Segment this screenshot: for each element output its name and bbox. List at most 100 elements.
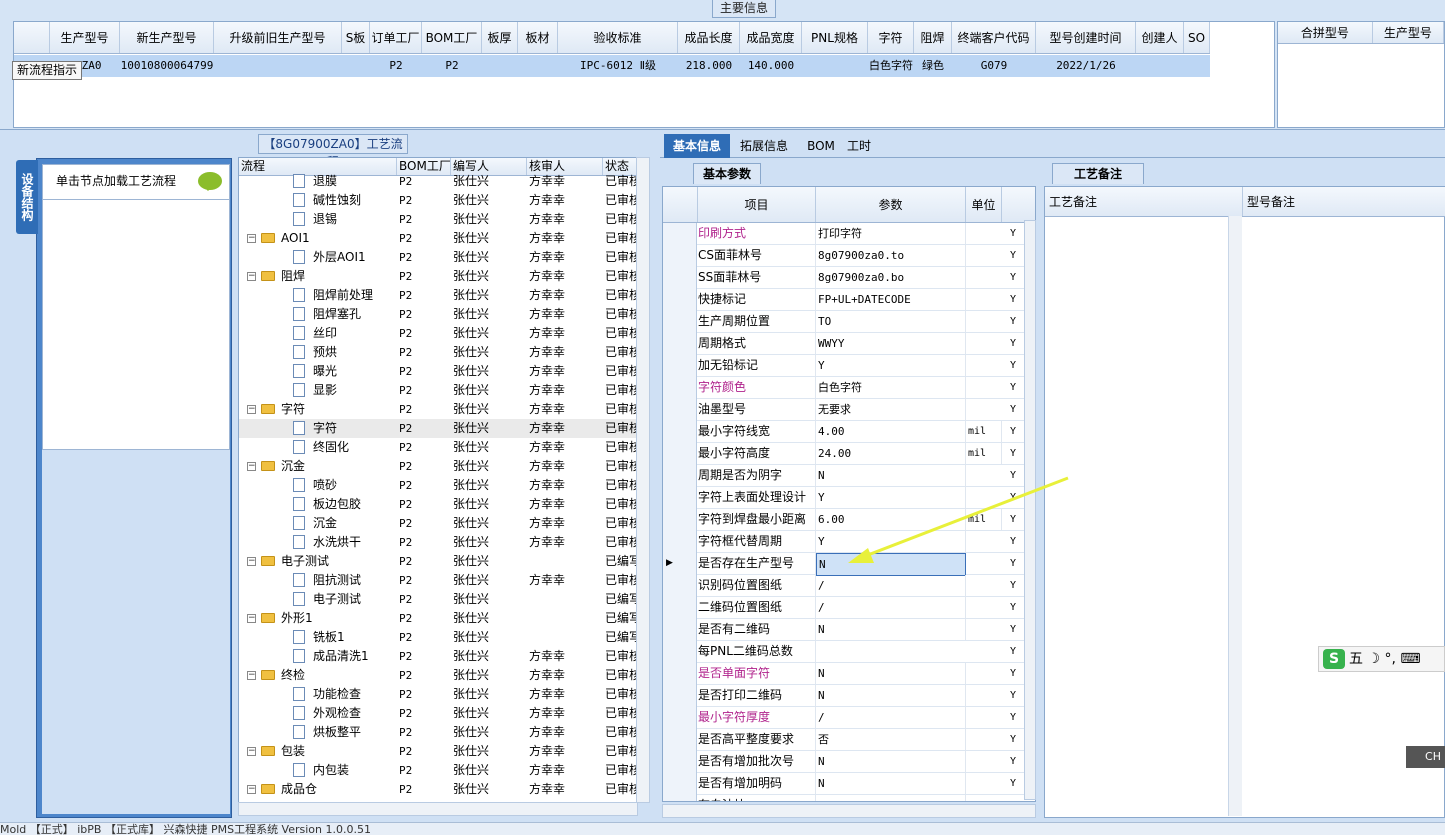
column-header[interactable]: 生产型号 <box>1373 22 1444 43</box>
param-row[interactable]: 最小字符线宽 4.00 mil Y <box>663 421 1035 443</box>
remark-scrollbar[interactable] <box>1228 216 1242 816</box>
param-value-cell[interactable]: 6.00 <box>816 509 966 530</box>
param-value-cell[interactable]: / <box>816 707 966 728</box>
param-row[interactable]: 周期格式 WWYY Y <box>663 333 1035 355</box>
collapse-toggle-icon[interactable]: − <box>247 272 256 281</box>
collapse-toggle-icon[interactable]: − <box>247 747 256 756</box>
column-header[interactable]: 工艺备注 <box>1045 187 1243 216</box>
tree-row[interactable]: − 电子测试 P2 张仕兴 已编写 <box>239 552 637 571</box>
grid-cell[interactable] <box>518 55 558 77</box>
param-value-cell[interactable]: WWYY <box>816 333 966 354</box>
param-row[interactable]: 周期是否为阴字 N Y <box>663 465 1035 487</box>
collapse-toggle-icon[interactable]: − <box>247 671 256 680</box>
node-list-area[interactable] <box>42 200 230 450</box>
collapse-toggle-icon[interactable]: − <box>247 614 256 623</box>
tree-row[interactable]: 显影 P2 张仕兴 方幸幸 已审核 <box>239 381 637 400</box>
tree-row[interactable]: − 外形1 P2 张仕兴 已编写 <box>239 609 637 628</box>
tree-row[interactable]: 板边包胶 P2 张仕兴 方幸幸 已审核 <box>239 495 637 514</box>
param-row[interactable]: 是否有增加明码 N Y <box>663 773 1035 795</box>
tree-row[interactable]: 字符 P2 张仕兴 方幸幸 已审核 <box>239 419 637 438</box>
row-header[interactable] <box>663 641 697 663</box>
column-header[interactable]: 成品宽度 <box>740 22 802 53</box>
tree-row[interactable]: 电子测试 P2 张仕兴 已编写 <box>239 590 637 609</box>
column-header[interactable]: 参数 <box>816 187 966 222</box>
tab-process-remarks[interactable]: 工艺备注 <box>1052 163 1144 184</box>
param-row[interactable]: 是否有增加批次号 N Y <box>663 751 1035 773</box>
param-row[interactable]: ▶ 是否存在生产型号 N Y <box>663 553 1035 576</box>
row-header[interactable] <box>663 509 697 531</box>
param-row[interactable]: SS面菲林号 8g07900za0.bo Y <box>663 267 1035 289</box>
param-row[interactable]: CS面菲林号 8g07900za0.to Y <box>663 245 1035 267</box>
tree-row[interactable]: 终固化 P2 张仕兴 方幸幸 已审核 <box>239 438 637 457</box>
param-value-cell[interactable]: / <box>816 575 966 596</box>
collapse-toggle-icon[interactable]: − <box>247 234 256 243</box>
tree-row[interactable]: − 字符 P2 张仕兴 方幸幸 已审核 <box>239 400 637 419</box>
column-header[interactable]: 验收标准 <box>558 22 678 53</box>
column-header[interactable]: 订单工厂 <box>370 22 422 53</box>
grid-cell[interactable]: P2 <box>370 55 422 77</box>
row-header[interactable] <box>663 487 697 509</box>
column-header[interactable]: 单位 <box>966 187 1002 222</box>
param-vertical-scrollbar[interactable] <box>1024 220 1036 800</box>
main-info-tab[interactable]: 主要信息 <box>712 0 776 18</box>
row-header[interactable] <box>663 421 697 443</box>
row-header[interactable] <box>663 729 697 751</box>
param-row[interactable]: 油墨型号 无要求 Y <box>663 399 1035 421</box>
row-header[interactable] <box>663 289 697 311</box>
grid-cell[interactable]: 218.000 <box>678 55 740 77</box>
tree-row[interactable]: − 沉金 P2 张仕兴 方幸幸 已审核 <box>239 457 637 476</box>
collapse-toggle-icon[interactable]: − <box>247 405 256 414</box>
column-header[interactable]: 字符 <box>868 22 914 53</box>
tree-row[interactable]: 阻抗测试 P2 张仕兴 方幸幸 已审核 <box>239 571 637 590</box>
column-header[interactable]: 生产型号 <box>50 22 120 53</box>
param-row[interactable]: 有白油块/ Y <box>663 795 1035 801</box>
row-header[interactable] <box>663 399 697 421</box>
grid-cell[interactable] <box>482 55 518 77</box>
param-value-cell[interactable]: 无要求 <box>816 399 966 420</box>
tree-row[interactable]: 退锡 P2 张仕兴 方幸幸 已审核 <box>239 210 637 229</box>
column-header[interactable]: 升级前旧生产型号 <box>214 22 342 53</box>
grid-cell[interactable] <box>342 55 370 77</box>
process-tree-grid[interactable]: 流程 BOM工厂 编写人 核审人 状态 退膜 P2 张仕兴 方幸幸 已审核 碱性蚀刻 P2 张仕兴 方幸… <box>238 157 638 803</box>
param-value-cell[interactable]: FP+UL+DATECODE <box>816 289 966 310</box>
param-value-cell[interactable]: N <box>816 553 966 576</box>
tree-row[interactable]: 成品清洗1 P2 张仕兴 方幸幸 已审核 <box>239 647 637 666</box>
row-header[interactable] <box>663 245 697 267</box>
tree-row[interactable]: 外层AOI1 P2 张仕兴 方幸幸 已审核 <box>239 248 637 267</box>
tree-row[interactable]: − AOI1 P2 张仕兴 方幸幸 已审核 <box>239 229 637 248</box>
param-value-cell[interactable]: N <box>816 465 966 486</box>
grid-cell[interactable] <box>1184 55 1210 77</box>
param-row[interactable]: 快捷标记 FP+UL+DATECODE Y <box>663 289 1035 311</box>
param-horizontal-scrollbar[interactable] <box>662 804 1036 818</box>
tree-horizontal-scrollbar[interactable] <box>238 802 638 816</box>
column-header[interactable]: 合拼型号 <box>1278 22 1373 43</box>
column-header[interactable]: 型号创建时间 <box>1036 22 1136 53</box>
column-header[interactable]: SO <box>1184 22 1210 53</box>
param-value-cell[interactable]: TO <box>816 311 966 332</box>
grid-cell[interactable] <box>1136 55 1184 77</box>
tab-1[interactable]: 拓展信息 <box>734 134 794 158</box>
tree-row[interactable]: 预烘 P2 张仕兴 方幸幸 已审核 <box>239 343 637 362</box>
param-value-cell[interactable]: N <box>816 773 966 794</box>
row-header[interactable] <box>663 751 697 773</box>
tree-row[interactable]: 铣板1 P2 张仕兴 已编写 <box>239 628 637 647</box>
row-header[interactable] <box>663 773 697 795</box>
row-header[interactable] <box>663 707 697 729</box>
grid-cell[interactable]: 10010800064799 <box>120 55 214 77</box>
row-header[interactable] <box>663 333 697 355</box>
tree-row[interactable]: 内包装 P2 张仕兴 方幸幸 已审核 <box>239 761 637 780</box>
column-header[interactable]: BOM工厂 <box>422 22 482 53</box>
column-header[interactable]: 创建人 <box>1136 22 1184 53</box>
param-grid[interactable]: 项目 参数 单位 印刷方式 打印字符 Y CS面菲林号 8g07900za0.to Y SS面菲… <box>662 186 1036 802</box>
param-row[interactable]: 是否单面字符 N Y <box>663 663 1035 685</box>
param-value-cell[interactable]: 8g07900za0.to <box>816 245 966 266</box>
param-value-cell[interactable]: Y <box>816 487 966 508</box>
param-row[interactable]: 是否有二维码 N Y <box>663 619 1035 641</box>
grid-cell[interactable]: 白色字符 <box>868 55 914 77</box>
param-row[interactable]: 字符到焊盘最小距离 6.00 mil Y <box>663 509 1035 531</box>
collapse-toggle-icon[interactable]: − <box>247 462 256 471</box>
column-header[interactable]: 板厚 <box>482 22 518 53</box>
param-value-cell[interactable]: 否 <box>816 729 966 750</box>
param-row[interactable]: 最小字符高度 24.00 mil Y <box>663 443 1035 465</box>
grid-cell[interactable]: P2 <box>422 55 482 77</box>
